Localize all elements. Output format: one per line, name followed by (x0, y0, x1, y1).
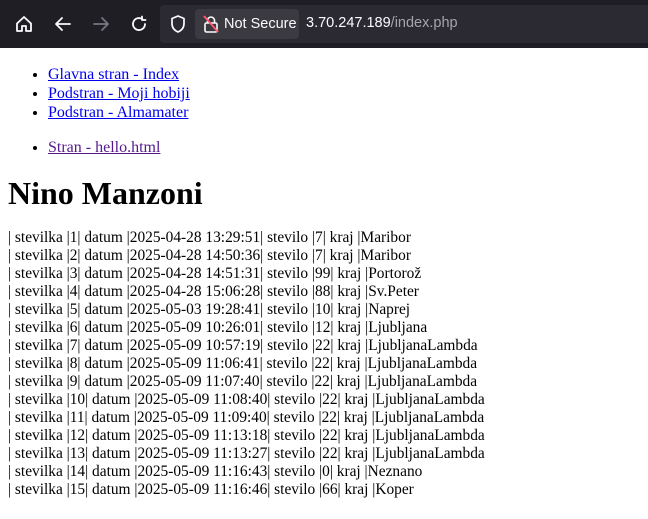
list-item: Stran - hello.html (48, 138, 648, 157)
table-row: | stevilka |1| datum |2025-04-28 13:29:5… (8, 229, 411, 246)
table-row: | stevilka |11| datum |2025-05-09 11:09:… (8, 409, 485, 426)
extra-nav-list: Stran - hello.html (0, 122, 648, 157)
back-arrow-icon[interactable] (49, 10, 77, 38)
list-item: Glavna stran - Index (48, 65, 648, 84)
table-row: | stevilka |2| datum |2025-04-28 14:50:3… (8, 247, 411, 264)
browser-toolbar: Not Secure 3.70.247.189/index.php (0, 0, 648, 48)
table-row: | stevilka |14| datum |2025-05-09 11:16:… (8, 463, 423, 480)
main-nav-list: Glavna stran - Index Podstran - Moji hob… (0, 48, 648, 122)
link-hello-html[interactable]: Stran - hello.html (48, 139, 160, 156)
table-row: | stevilka |9| datum |2025-05-09 11:07:4… (8, 373, 478, 390)
link-index[interactable]: Glavna stran - Index (48, 66, 179, 83)
page-content: Glavna stran - Index Podstran - Moji hob… (0, 48, 648, 499)
table-row: | stevilka |12| datum |2025-05-09 11:13:… (8, 427, 485, 444)
data-rows: | stevilka |1| datum |2025-04-28 13:29:5… (0, 213, 648, 499)
reload-icon[interactable] (125, 10, 153, 38)
url-path: /index.php (390, 15, 458, 31)
list-item: Podstran - Almamater (48, 103, 648, 122)
page-title: Nino Manzoni (8, 175, 203, 211)
home-icon[interactable] (10, 10, 38, 38)
list-item: Podstran - Moji hobiji (48, 84, 648, 103)
tracking-protection-shield-icon[interactable] (168, 14, 188, 39)
link-almamater[interactable]: Podstran - Almamater (48, 104, 188, 121)
table-row: | stevilka |10| datum |2025-05-09 11:08:… (8, 391, 485, 408)
table-row: | stevilka |4| datum |2025-04-28 15:06:2… (8, 283, 419, 300)
forward-arrow-icon[interactable] (87, 10, 115, 38)
table-row: | stevilka |5| datum |2025-05-03 19:28:4… (8, 301, 411, 318)
site-security-indicator[interactable]: Not Secure (195, 9, 299, 39)
insecure-lock-icon (203, 15, 219, 33)
table-row: | stevilka |15| datum |2025-05-09 11:16:… (8, 481, 414, 498)
table-row: | stevilka |6| datum |2025-05-09 10:26:0… (8, 319, 428, 336)
url-host: 3.70.247.189 (306, 15, 391, 31)
table-row: | stevilka |13| datum |2025-05-09 11:13:… (8, 445, 485, 462)
table-row: | stevilka |8| datum |2025-05-09 11:06:4… (8, 355, 478, 372)
security-status-label: Not Secure (224, 16, 297, 32)
url-text[interactable]: 3.70.247.189/index.php (306, 15, 458, 31)
link-moji-hobiji[interactable]: Podstran - Moji hobiji (48, 85, 190, 102)
table-row: | stevilka |7| datum |2025-05-09 10:57:1… (8, 337, 478, 354)
table-row: | stevilka |3| datum |2025-04-28 14:51:3… (8, 265, 422, 282)
